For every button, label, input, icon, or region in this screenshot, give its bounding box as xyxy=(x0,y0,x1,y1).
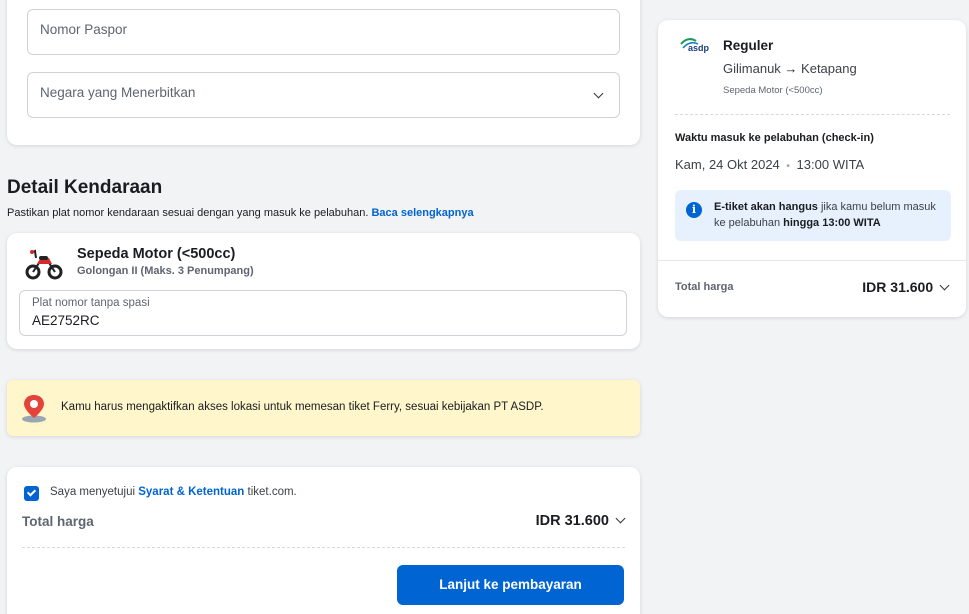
agreement-text: Saya menyetujui Syarat & Ketentuan tiket… xyxy=(50,486,297,498)
bottom-total-value: IDR 31.600 xyxy=(535,513,609,529)
checkin-time: 13:00 WITA xyxy=(796,157,865,172)
dashed-divider xyxy=(22,547,625,548)
checkout-card: Saya menyetujui Syarat & Ketentuan tiket… xyxy=(7,467,640,614)
service-type: Reguler xyxy=(723,38,774,53)
info-icon: i xyxy=(686,202,702,218)
summary-dashed-divider xyxy=(675,114,950,115)
agreement-suffix: tiket.com. xyxy=(247,486,297,498)
vehicle-name: Sepeda Motor (<500cc) xyxy=(77,246,236,262)
chevron-down-icon xyxy=(615,513,626,524)
plate-number-input[interactable]: Plat nomor tanpa spasi AE2752RC xyxy=(19,290,627,336)
bottom-total-toggle[interactable]: IDR 31.600 xyxy=(535,513,626,529)
asdp-logo: asdp xyxy=(678,34,712,56)
info-bold-2: hingga 13:00 WITA xyxy=(783,217,881,229)
summary-vehicle: Sepeda Motor (<500cc) xyxy=(723,85,823,96)
read-more-link[interactable]: Baca selengkapnya xyxy=(371,207,473,219)
checkin-label: Waktu masuk ke pelabuhan (check-in) xyxy=(675,132,874,144)
chevron-down-icon xyxy=(593,88,604,99)
vehicle-notice: Pastikan plat nomor kendaraan sesuai den… xyxy=(7,207,474,219)
terms-link[interactable]: Syarat & Ketentuan xyxy=(138,486,244,498)
agreement-checkbox[interactable] xyxy=(24,486,39,501)
location-alert-text: Kamu harus mengaktifkan akses lokasi unt… xyxy=(61,401,544,413)
eticket-info-box: i E-tiket akan hangus jika kamu belum ma… xyxy=(675,190,951,241)
motorcycle-icon xyxy=(25,245,63,281)
summary-total-value: IDR 31.600 xyxy=(862,279,934,295)
destination-port: Ketapang xyxy=(801,61,857,76)
issuing-country-select[interactable]: Negara yang Menerbitkan xyxy=(27,72,620,118)
summary-total-label: Total harga xyxy=(675,281,734,293)
plate-number-label: Plat nomor tanpa spasi xyxy=(32,297,150,309)
info-bold-1: E-tiket akan hangus xyxy=(714,201,818,213)
plate-number-value: AE2752RC xyxy=(32,313,100,328)
vehicle-class: Golongan II (Maks. 3 Penumpang) xyxy=(77,265,254,277)
continue-to-payment-label: Lanjut ke pembayaran xyxy=(439,577,582,592)
chevron-down-icon xyxy=(939,280,950,291)
eticket-info-text: E-tiket akan hangus jika kamu belum masu… xyxy=(714,199,944,231)
check-icon xyxy=(26,487,37,497)
map-pin-icon xyxy=(20,393,48,423)
checkin-date: Kam, 24 Okt 2024 xyxy=(675,157,780,172)
vehicle-notice-text: Pastikan plat nomor kendaraan sesuai den… xyxy=(7,207,369,219)
agreement-prefix: Saya menyetujui xyxy=(50,486,136,498)
vehicle-card: Sepeda Motor (<500cc) Golongan II (Maks.… xyxy=(7,233,640,349)
issuing-country-placeholder: Negara yang Menerbitkan xyxy=(40,85,196,100)
checkin-datetime: Kam, 24 Okt 2024 • 13:00 WITA xyxy=(675,157,864,172)
passport-number-placeholder: Nomor Paspor xyxy=(40,22,128,37)
passport-card: Nomor Paspor Negara yang Menerbitkan xyxy=(7,0,640,145)
asdp-logo-text: asdp xyxy=(688,43,710,53)
route-arrow-icon: → xyxy=(784,61,798,76)
checkin-separator: • xyxy=(786,161,790,172)
bottom-total-label: Total harga xyxy=(22,514,94,529)
summary-divider xyxy=(658,260,966,261)
order-summary-card: asdp Reguler Gilimanuk → Ketapang Sepeda… xyxy=(658,20,966,317)
location-alert: Kamu harus mengaktifkan akses lokasi unt… xyxy=(7,380,640,436)
vehicle-section-title: Detail Kendaraan xyxy=(7,177,163,198)
continue-to-payment-button[interactable]: Lanjut ke pembayaran xyxy=(397,565,624,605)
summary-total-toggle[interactable]: IDR 31.600 xyxy=(862,279,950,295)
route: Gilimanuk → Ketapang xyxy=(723,61,857,76)
origin-port: Gilimanuk xyxy=(723,61,781,76)
passport-number-input[interactable]: Nomor Paspor xyxy=(27,9,620,55)
